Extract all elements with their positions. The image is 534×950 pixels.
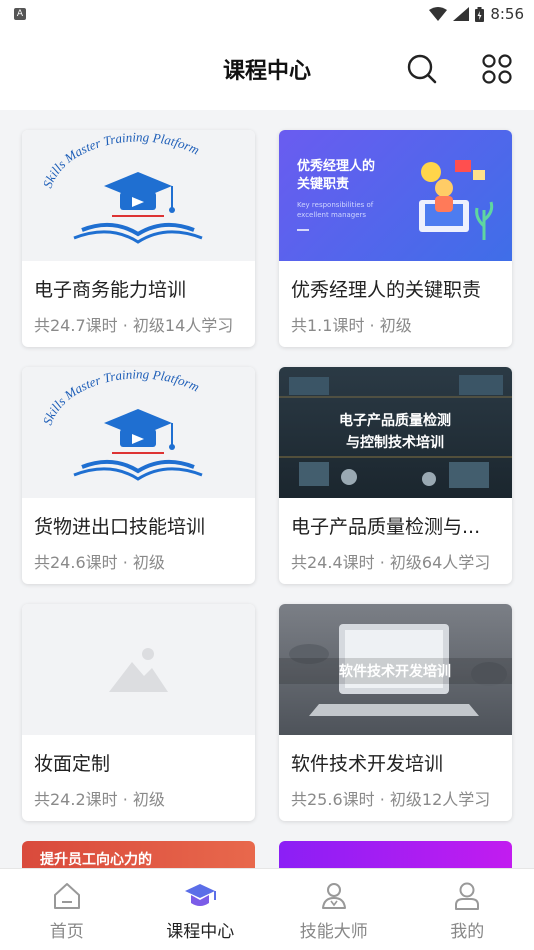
tab-label: 课程中心 — [166, 922, 235, 942]
course-meta: 共24.7课时 · 初级14人学习 — [34, 316, 234, 335]
course-title: 电子产品质量检测与... — [291, 516, 481, 538]
app-bar: 课程中心 — [0, 28, 534, 110]
course-card-partial[interactable]: 提升员工向心力的 — [22, 841, 255, 868]
home-icon — [53, 883, 80, 909]
course-card[interactable]: 妆面定制 共24.2课时 · 初级 — [22, 604, 255, 821]
circuit-board-banner: 电子产品质量检测 与控制技术培训 — [279, 375, 512, 488]
manager-banner: 优秀经理人的 关键职责 Key responsibilities of exce… — [297, 158, 494, 240]
banner-title: 软件技术开发培训 — [339, 663, 451, 680]
course-title: 电子商务能力培训 — [34, 279, 187, 301]
page-title: 课程中心 — [222, 59, 311, 84]
course-meta: 共24.2课时 · 初级 — [34, 790, 165, 809]
tab-label: 技能大师 — [299, 922, 368, 942]
course-card[interactable]: 优秀经理人的 关键职责 Key responsibilities of exce… — [279, 130, 512, 347]
course-card-partial[interactable] — [279, 841, 512, 868]
tab-label: 首页 — [49, 922, 84, 942]
banner-title-line1: 电子产品质量检测 — [339, 412, 451, 429]
course-thumbnail: 电子产品质量检测 与控制技术培训 — [279, 367, 512, 498]
banner-title-line2: 与控制技术培训 — [346, 434, 444, 451]
signal-icon — [453, 7, 470, 21]
banner-sub-line1: Key responsibilities of — [297, 201, 374, 209]
battery-icon — [475, 6, 485, 22]
course-meta: 共24.6课时 · 初级 — [34, 553, 165, 572]
course-thumbnail: Skills Master Training Platform — [22, 367, 255, 498]
search-icon — [407, 54, 437, 84]
profile-icon — [455, 882, 480, 910]
course-card[interactable]: Skills Master Training Platform 货物进出口技能培… — [22, 367, 255, 584]
master-user-icon — [321, 883, 346, 909]
banner-title-line2: 关键职责 — [297, 176, 349, 192]
search-button[interactable] — [405, 52, 439, 86]
image-placeholder-icon — [109, 648, 168, 692]
course-thumbnail — [22, 604, 255, 735]
banner-title: 提升员工向心力的 — [40, 852, 152, 868]
status-bar: A 8:56 — [0, 0, 534, 28]
notification-icon: A — [14, 8, 26, 20]
course-title: 软件技术开发培训 — [291, 753, 444, 775]
grid-apps-icon — [482, 54, 512, 84]
course-thumbnail: 软件技术开发培训 — [279, 604, 512, 735]
wifi-icon — [429, 7, 448, 21]
course-card[interactable]: 软件技术开发培训 软件技术开发培训 共25.6课时 · 初级12人学习 — [279, 604, 512, 821]
tab-profile[interactable]: 我的 — [422, 879, 512, 942]
skills-master-logo: Skills Master Training Platform — [40, 130, 203, 244]
bottom-tab-bar: 首页 课程中心 技能大师 我的 — [0, 868, 534, 950]
tab-label: 我的 — [450, 922, 485, 942]
course-thumbnail: Skills Master Training Platform — [22, 130, 255, 261]
course-meta: 共1.1课时 · 初级 — [291, 316, 412, 335]
course-thumbnail: 优秀经理人的 关键职责 Key responsibilities of exce… — [279, 130, 512, 261]
laptop-banner: 软件技术开发培训 — [279, 624, 512, 716]
course-grid: Skills Master Training Platform 电子商务能力培训… — [0, 110, 534, 868]
banner-sub-line2: excellent managers — [297, 211, 366, 219]
tab-home[interactable]: 首页 — [22, 879, 112, 942]
course-meta: 共24.4课时 · 初级64人学习 — [291, 553, 491, 572]
course-title: 优秀经理人的关键职责 — [291, 279, 482, 301]
apps-button[interactable] — [480, 52, 514, 86]
course-card[interactable]: Skills Master Training Platform 电子商务能力培训… — [22, 130, 255, 347]
course-card[interactable]: 电子产品质量检测 与控制技术培训 电子产品质量检测与... 共24.4课时 · … — [279, 367, 512, 584]
skills-master-logo: Skills Master Training Platform — [40, 367, 203, 481]
banner-title-line1: 优秀经理人的 — [297, 158, 375, 174]
tab-course-center[interactable]: 课程中心 — [155, 879, 245, 942]
tab-skill-master[interactable]: 技能大师 — [289, 879, 379, 942]
course-title: 货物进出口技能培训 — [34, 516, 206, 538]
status-time: 8:56 — [490, 5, 524, 23]
graduation-cap-icon — [185, 884, 217, 906]
course-meta: 共25.6课时 · 初级12人学习 — [291, 790, 491, 809]
course-title: 妆面定制 — [34, 753, 111, 775]
